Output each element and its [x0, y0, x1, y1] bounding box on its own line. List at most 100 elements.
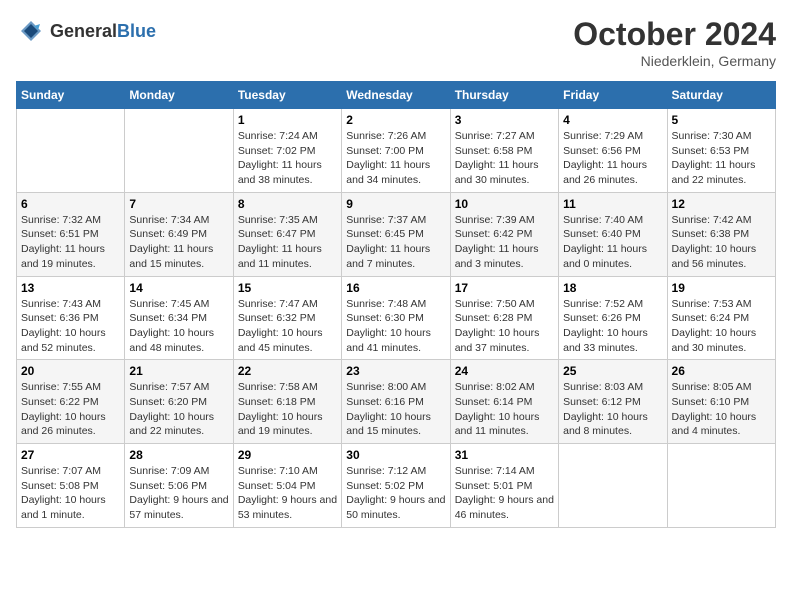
month-year: October 2024	[573, 16, 776, 53]
title-block: October 2024 Niederklein, Germany	[573, 16, 776, 69]
day-detail: Sunrise: 7:34 AM Sunset: 6:49 PM Dayligh…	[129, 213, 228, 272]
day-number: 11	[563, 197, 662, 211]
day-number: 28	[129, 448, 228, 462]
day-number: 8	[238, 197, 337, 211]
day-detail: Sunrise: 7:50 AM Sunset: 6:28 PM Dayligh…	[455, 297, 554, 356]
day-detail: Sunrise: 7:57 AM Sunset: 6:20 PM Dayligh…	[129, 380, 228, 439]
day-number: 6	[21, 197, 120, 211]
calendar-week-row: 6 Sunrise: 7:32 AM Sunset: 6:51 PM Daylig…	[17, 192, 776, 276]
calendar-cell: 24 Sunrise: 8:02 AM Sunset: 6:14 PM Dayli…	[450, 360, 558, 444]
calendar-cell: 9 Sunrise: 7:37 AM Sunset: 6:45 PM Daylig…	[342, 192, 450, 276]
calendar-week-row: 27 Sunrise: 7:07 AM Sunset: 5:08 PM Dayli…	[17, 444, 776, 528]
calendar-cell	[667, 444, 775, 528]
day-number: 3	[455, 113, 554, 127]
day-number: 22	[238, 364, 337, 378]
logo-general: General	[50, 21, 117, 41]
day-detail: Sunrise: 7:53 AM Sunset: 6:24 PM Dayligh…	[672, 297, 771, 356]
day-number: 4	[563, 113, 662, 127]
day-number: 5	[672, 113, 771, 127]
day-number: 25	[563, 364, 662, 378]
calendar-cell: 15 Sunrise: 7:47 AM Sunset: 6:32 PM Dayli…	[233, 276, 341, 360]
day-detail: Sunrise: 7:40 AM Sunset: 6:40 PM Dayligh…	[563, 213, 662, 272]
calendar-cell: 3 Sunrise: 7:27 AM Sunset: 6:58 PM Daylig…	[450, 109, 558, 193]
day-number: 27	[21, 448, 120, 462]
day-detail: Sunrise: 8:03 AM Sunset: 6:12 PM Dayligh…	[563, 380, 662, 439]
day-detail: Sunrise: 7:42 AM Sunset: 6:38 PM Dayligh…	[672, 213, 771, 272]
weekday-header: Saturday	[667, 82, 775, 109]
day-number: 29	[238, 448, 337, 462]
calendar-cell: 14Sunrise: 7:45 AM Sunset: 6:34 PM Dayli…	[125, 276, 233, 360]
day-number: 15	[238, 281, 337, 295]
calendar-cell: 5 Sunrise: 7:30 AM Sunset: 6:53 PM Daylig…	[667, 109, 775, 193]
day-detail: Sunrise: 7:07 AM Sunset: 5:08 PM Dayligh…	[21, 464, 120, 523]
day-number: 9	[346, 197, 445, 211]
day-number: 24	[455, 364, 554, 378]
weekday-header: Wednesday	[342, 82, 450, 109]
location: Niederklein, Germany	[573, 53, 776, 69]
day-number: 7	[129, 197, 228, 211]
day-number: 17	[455, 281, 554, 295]
day-detail: Sunrise: 7:14 AM Sunset: 5:01 PM Dayligh…	[455, 464, 554, 523]
day-detail: Sunrise: 7:43 AM Sunset: 6:36 PM Dayligh…	[21, 297, 120, 356]
day-number: 16	[346, 281, 445, 295]
calendar-cell: 10Sunrise: 7:39 AM Sunset: 6:42 PM Dayli…	[450, 192, 558, 276]
calendar-cell: 11 Sunrise: 7:40 AM Sunset: 6:40 PM Dayli…	[559, 192, 667, 276]
calendar-cell: 20Sunrise: 7:55 AM Sunset: 6:22 PM Dayli…	[17, 360, 125, 444]
logo-blue: Blue	[117, 21, 156, 41]
day-detail: Sunrise: 7:45 AM Sunset: 6:34 PM Dayligh…	[129, 297, 228, 356]
day-detail: Sunrise: 8:05 AM Sunset: 6:10 PM Dayligh…	[672, 380, 771, 439]
day-detail: Sunrise: 7:12 AM Sunset: 5:02 PM Dayligh…	[346, 464, 445, 523]
day-detail: Sunrise: 7:30 AM Sunset: 6:53 PM Dayligh…	[672, 129, 771, 188]
day-number: 1	[238, 113, 337, 127]
calendar-cell: 27 Sunrise: 7:07 AM Sunset: 5:08 PM Dayli…	[17, 444, 125, 528]
day-number: 2	[346, 113, 445, 127]
calendar-cell: 12 Sunrise: 7:42 AM Sunset: 6:38 PM Dayli…	[667, 192, 775, 276]
calendar-cell: 30Sunrise: 7:12 AM Sunset: 5:02 PM Dayli…	[342, 444, 450, 528]
calendar-week-row: 1Sunrise: 7:24 AM Sunset: 7:02 PM Daylig…	[17, 109, 776, 193]
calendar-cell: 18 Sunrise: 7:52 AM Sunset: 6:26 PM Dayli…	[559, 276, 667, 360]
weekday-header: Monday	[125, 82, 233, 109]
calendar-table: SundayMondayTuesdayWednesdayThursdayFrid…	[16, 81, 776, 528]
calendar-cell: 13 Sunrise: 7:43 AM Sunset: 6:36 PM Dayli…	[17, 276, 125, 360]
day-number: 26	[672, 364, 771, 378]
day-number: 13	[21, 281, 120, 295]
weekday-header: Thursday	[450, 82, 558, 109]
calendar-cell: 16 Sunrise: 7:48 AM Sunset: 6:30 PM Dayli…	[342, 276, 450, 360]
calendar-cell: 2Sunrise: 7:26 AM Sunset: 7:00 PM Daylig…	[342, 109, 450, 193]
calendar-cell: 21 Sunrise: 7:57 AM Sunset: 6:20 PM Dayli…	[125, 360, 233, 444]
day-detail: Sunrise: 7:55 AM Sunset: 6:22 PM Dayligh…	[21, 380, 120, 439]
day-number: 12	[672, 197, 771, 211]
calendar-cell: 26 Sunrise: 8:05 AM Sunset: 6:10 PM Dayli…	[667, 360, 775, 444]
day-number: 10	[455, 197, 554, 211]
calendar-cell	[559, 444, 667, 528]
calendar-week-row: 20Sunrise: 7:55 AM Sunset: 6:22 PM Dayli…	[17, 360, 776, 444]
calendar-cell: 23Sunrise: 8:00 AM Sunset: 6:16 PM Dayli…	[342, 360, 450, 444]
day-detail: Sunrise: 7:37 AM Sunset: 6:45 PM Dayligh…	[346, 213, 445, 272]
calendar-cell: 6 Sunrise: 7:32 AM Sunset: 6:51 PM Daylig…	[17, 192, 125, 276]
day-detail: Sunrise: 7:32 AM Sunset: 6:51 PM Dayligh…	[21, 213, 120, 272]
day-number: 18	[563, 281, 662, 295]
day-number: 19	[672, 281, 771, 295]
day-detail: Sunrise: 7:47 AM Sunset: 6:32 PM Dayligh…	[238, 297, 337, 356]
day-detail: Sunrise: 7:48 AM Sunset: 6:30 PM Dayligh…	[346, 297, 445, 356]
calendar-cell	[125, 109, 233, 193]
day-detail: Sunrise: 8:02 AM Sunset: 6:14 PM Dayligh…	[455, 380, 554, 439]
day-detail: Sunrise: 7:10 AM Sunset: 5:04 PM Dayligh…	[238, 464, 337, 523]
day-detail: Sunrise: 7:58 AM Sunset: 6:18 PM Dayligh…	[238, 380, 337, 439]
calendar-cell: 7 Sunrise: 7:34 AM Sunset: 6:49 PM Daylig…	[125, 192, 233, 276]
weekday-header: Tuesday	[233, 82, 341, 109]
day-detail: Sunrise: 8:00 AM Sunset: 6:16 PM Dayligh…	[346, 380, 445, 439]
day-number: 31	[455, 448, 554, 462]
day-number: 21	[129, 364, 228, 378]
logo: GeneralBlue	[16, 16, 156, 46]
calendar-cell: 8Sunrise: 7:35 AM Sunset: 6:47 PM Daylig…	[233, 192, 341, 276]
day-detail: Sunrise: 7:27 AM Sunset: 6:58 PM Dayligh…	[455, 129, 554, 188]
calendar-cell: 28Sunrise: 7:09 AM Sunset: 5:06 PM Dayli…	[125, 444, 233, 528]
calendar-cell: 22 Sunrise: 7:58 AM Sunset: 6:18 PM Dayli…	[233, 360, 341, 444]
logo-text: GeneralBlue	[50, 21, 156, 42]
day-detail: Sunrise: 7:29 AM Sunset: 6:56 PM Dayligh…	[563, 129, 662, 188]
day-detail: Sunrise: 7:52 AM Sunset: 6:26 PM Dayligh…	[563, 297, 662, 356]
calendar-cell: 25 Sunrise: 8:03 AM Sunset: 6:12 PM Dayli…	[559, 360, 667, 444]
calendar-cell: 31 Sunrise: 7:14 AM Sunset: 5:01 PM Dayli…	[450, 444, 558, 528]
calendar-cell	[17, 109, 125, 193]
